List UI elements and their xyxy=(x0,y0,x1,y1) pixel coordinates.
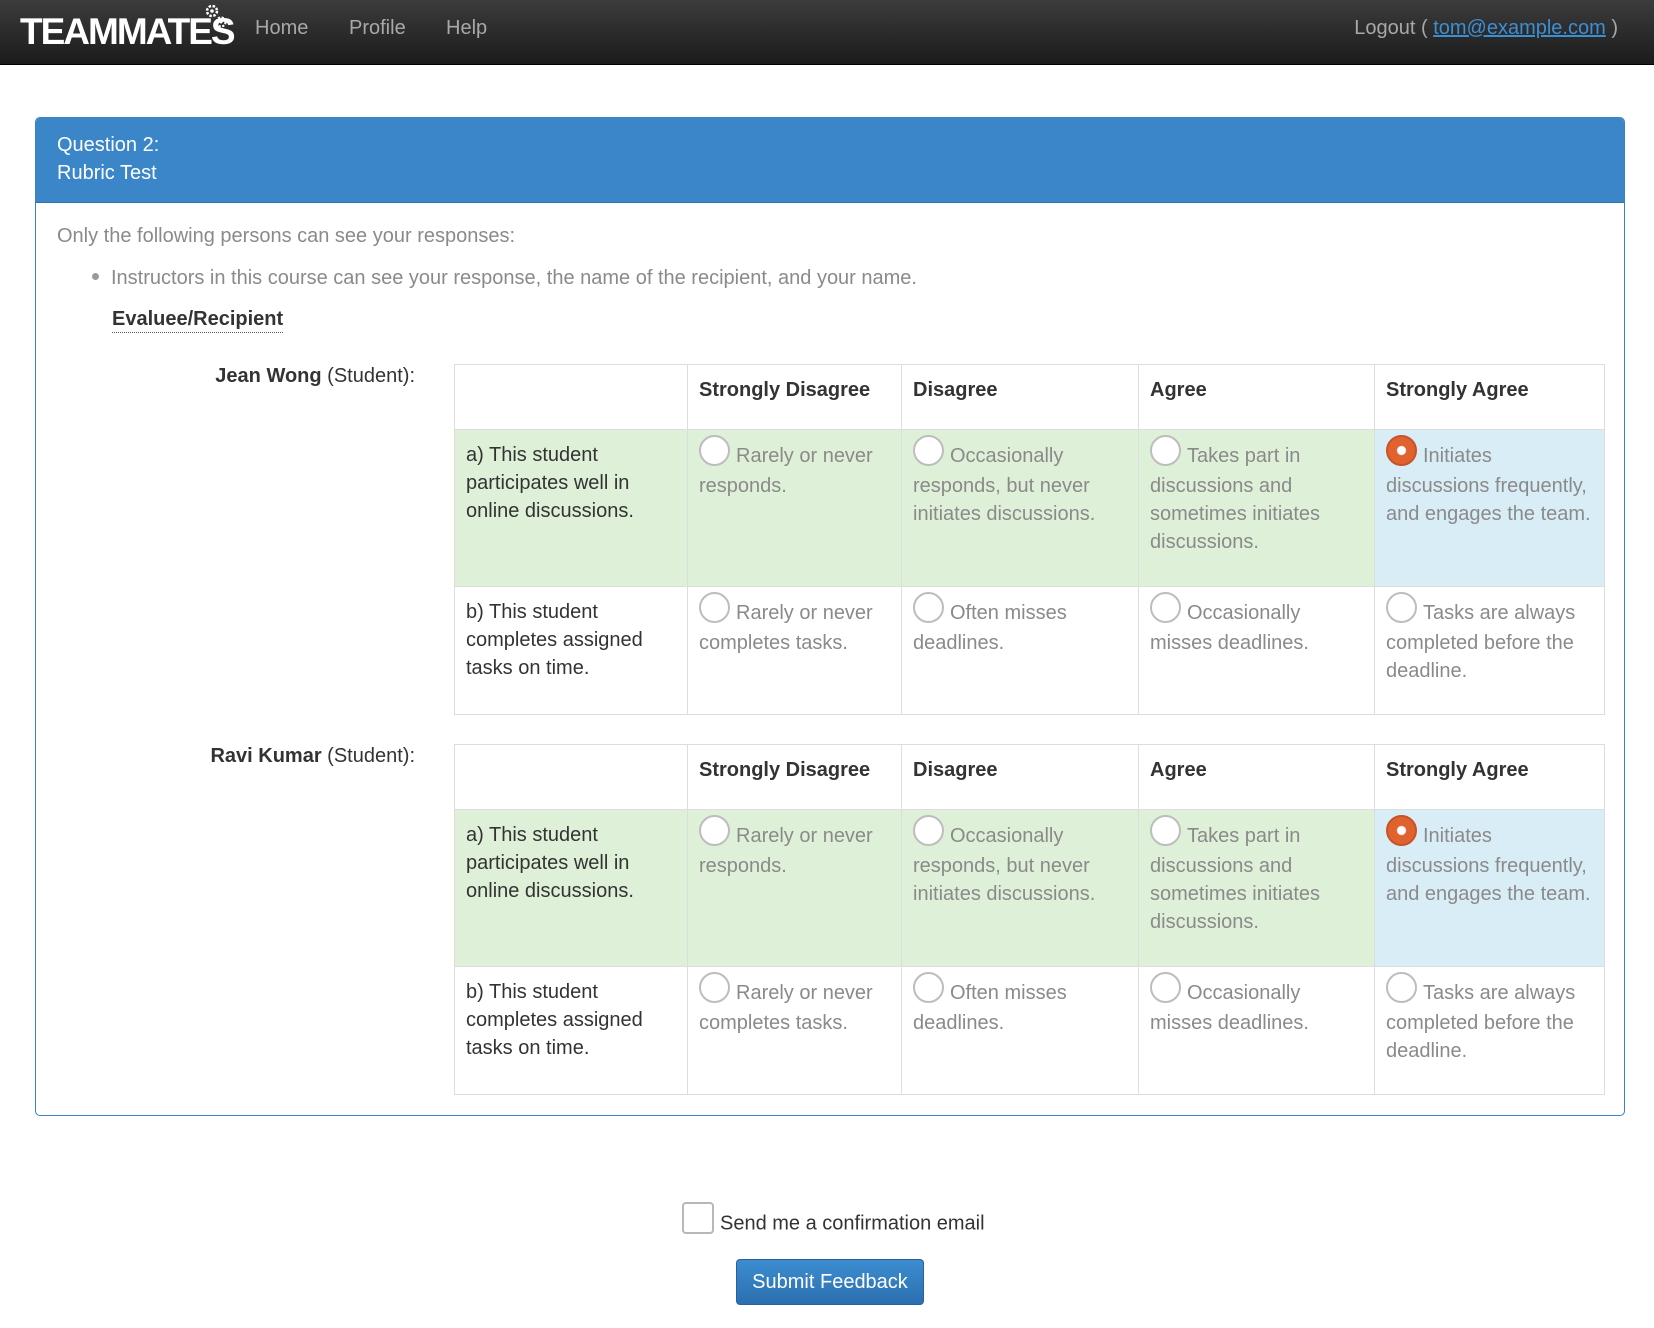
rubric-row: a) This student participates well in onl… xyxy=(454,809,1605,967)
subquestion-text: b) This student completes assigned tasks… xyxy=(454,586,688,715)
rubric-row: b) This student completes assigned tasks… xyxy=(454,586,1605,715)
logout-suffix: ) xyxy=(1611,17,1618,39)
rubric-cell[interactable]: Rarely or never responds. xyxy=(687,809,902,967)
radio-button[interactable] xyxy=(913,592,944,623)
question-title: Rubric Test xyxy=(57,162,157,184)
rubric-table: Strongly Disagree Disagree Agree Strongl… xyxy=(454,364,1605,715)
rubric-header-row: Strongly Disagree Disagree Agree Strongl… xyxy=(454,744,1605,810)
recipient-label: Jean Wong (Student): xyxy=(36,365,415,388)
choice-header: Strongly Disagree xyxy=(687,364,902,430)
radio-button[interactable] xyxy=(1150,972,1181,1003)
rubric-cell-selected[interactable]: Initiates discussions frequently, and en… xyxy=(1374,429,1605,587)
rubric-corner-cell xyxy=(454,364,688,430)
radio-button[interactable] xyxy=(1150,815,1181,846)
recipient-name: Ravi Kumar xyxy=(210,745,322,767)
rubric-corner-cell xyxy=(454,744,688,810)
user-email-link[interactable]: tom@example.com xyxy=(1433,17,1606,39)
rubric-cell[interactable]: Rarely or never completes tasks. xyxy=(687,586,902,715)
rubric-header-row: Strongly Disagree Disagree Agree Strongl… xyxy=(454,364,1605,430)
subquestion-text: a) This student participates well in onl… xyxy=(454,809,688,967)
rubric-row: b) This student completes assigned tasks… xyxy=(454,966,1605,1095)
rubric-cell[interactable]: Often misses deadlines. xyxy=(901,586,1139,715)
recipient-role: (Student): xyxy=(327,365,415,387)
radio-button[interactable] xyxy=(1150,435,1181,466)
brand-logo[interactable]: TEAMMATES xyxy=(20,6,236,58)
radio-button-checked[interactable] xyxy=(1386,435,1417,466)
radio-button[interactable] xyxy=(1386,592,1417,623)
navbar: TEAMMATES Home Profile Help Logout ( tom… xyxy=(0,0,1654,65)
choice-header: Strongly Agree xyxy=(1374,364,1605,430)
rubric-cell[interactable]: Rarely or never completes tasks. xyxy=(687,966,902,1095)
recipient-label: Ravi Kumar (Student): xyxy=(36,745,415,768)
radio-button[interactable] xyxy=(1386,972,1417,1003)
radio-button[interactable] xyxy=(699,435,730,466)
visibility-item-text: Instructors in this course can see your … xyxy=(111,267,917,289)
choice-header: Agree xyxy=(1138,744,1375,810)
rubric-description: Initiates discussions frequently, and en… xyxy=(1386,444,1591,525)
choice-header: Agree xyxy=(1138,364,1375,430)
rubric-table: Strongly Disagree Disagree Agree Strongl… xyxy=(454,744,1605,1095)
question-number: Question 2: xyxy=(57,134,160,156)
confirmation-checkbox[interactable] xyxy=(682,1202,714,1234)
rubric-cell[interactable]: Occasionally misses deadlines. xyxy=(1138,966,1375,1095)
rubric-cell[interactable]: Occasionally responds, but never initiat… xyxy=(901,809,1139,967)
rubric-cell-selected[interactable]: Initiates discussions frequently, and en… xyxy=(1374,809,1605,967)
bullet-icon xyxy=(92,273,99,281)
choice-header: Strongly Agree xyxy=(1374,744,1605,810)
logout-link[interactable]: Logout ( xyxy=(1354,17,1427,39)
choice-header: Disagree xyxy=(901,364,1139,430)
visibility-item: Instructors in this course can see your … xyxy=(92,267,917,290)
rubric-cell[interactable]: Takes part in discussions and sometimes … xyxy=(1138,429,1375,587)
rubric-cell[interactable]: Rarely or never responds. xyxy=(687,429,902,587)
logout-area: Logout ( tom@example.com ) xyxy=(1354,0,1618,56)
choice-header: Strongly Disagree xyxy=(687,744,902,810)
gear-icon xyxy=(205,4,227,28)
rubric-row: a) This student participates well in onl… xyxy=(454,429,1605,587)
submit-feedback-button[interactable]: Submit Feedback xyxy=(736,1259,924,1305)
radio-button-checked[interactable] xyxy=(1386,815,1417,846)
question-panel: Question 2: Rubric Test Only the followi… xyxy=(35,117,1625,1116)
choice-header: Disagree xyxy=(901,744,1139,810)
rubric-cell[interactable]: Often misses deadlines. xyxy=(901,966,1139,1095)
nav-home-link[interactable]: Home xyxy=(255,0,308,56)
nav-profile-link[interactable]: Profile xyxy=(349,0,406,56)
radio-button[interactable] xyxy=(699,592,730,623)
radio-button[interactable] xyxy=(1150,592,1181,623)
rubric-cell[interactable]: Takes part in discussions and sometimes … xyxy=(1138,809,1375,967)
question-heading: Question 2: Rubric Test xyxy=(36,118,1624,203)
subquestion-text: a) This student participates well in onl… xyxy=(454,429,688,587)
rubric-cell[interactable]: Tasks are always completed before the de… xyxy=(1374,966,1605,1095)
radio-button[interactable] xyxy=(699,815,730,846)
evaluee-header: Evaluee/Recipient xyxy=(112,308,284,333)
radio-button[interactable] xyxy=(913,435,944,466)
recipient-role: (Student): xyxy=(327,745,415,767)
radio-button[interactable] xyxy=(913,972,944,1003)
rubric-description: Initiates discussions frequently, and en… xyxy=(1386,824,1591,905)
subquestion-text: b) This student completes assigned tasks… xyxy=(454,966,688,1095)
radio-button[interactable] xyxy=(913,815,944,846)
recipient-name: Jean Wong xyxy=(215,365,322,387)
confirmation-label: Send me a confirmation email xyxy=(720,1212,985,1235)
rubric-cell[interactable]: Occasionally misses deadlines. xyxy=(1138,586,1375,715)
nav-help-link[interactable]: Help xyxy=(446,0,487,56)
rubric-cell[interactable]: Tasks are always completed before the de… xyxy=(1374,586,1605,715)
confirmation-email-option[interactable]: Send me a confirmation email xyxy=(682,1202,985,1244)
visibility-label: Only the following persons can see your … xyxy=(57,225,516,247)
rubric-cell[interactable]: Occasionally responds, but never initiat… xyxy=(901,429,1139,587)
radio-button[interactable] xyxy=(699,972,730,1003)
